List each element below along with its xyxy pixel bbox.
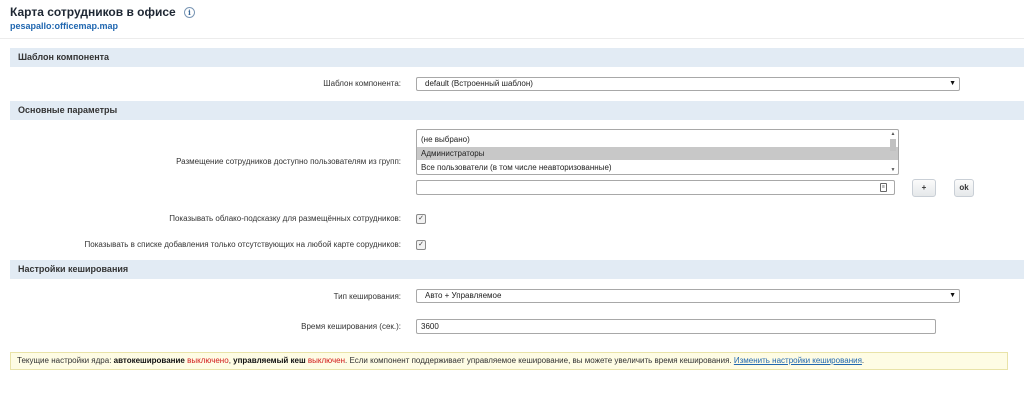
section-template: Шаблон компонента [10, 48, 1024, 67]
cache-type-value: Авто + Управляемое [425, 291, 502, 300]
scroll-thumb[interactable] [890, 139, 896, 151]
scroll-down-icon[interactable]: ▼ [889, 167, 897, 173]
notice-autocache-label: автокеширование [113, 356, 185, 365]
checkmark-icon: ✓ [418, 241, 424, 248]
cache-type-select[interactable]: Авто + Управляемое ▼ [416, 289, 960, 303]
notice-managed-state: выключен [307, 356, 346, 365]
cache-time-value: 3600 [421, 322, 439, 331]
groups-listbox[interactable]: (не выбрано) Администраторы Все пользова… [416, 129, 899, 175]
tooltip-checkbox[interactable]: ✓ [416, 214, 426, 224]
template-select[interactable]: default (Встроенный шаблон) ▼ [416, 77, 960, 91]
checkmark-icon: ✓ [418, 215, 424, 222]
scroll-up-icon[interactable]: ▲ [889, 131, 897, 137]
notice-text: . Если компонент поддерживает управляемо… [345, 356, 734, 365]
groups-extra-input[interactable]: ≡ [416, 180, 895, 195]
info-icon[interactable]: i [183, 7, 195, 18]
notice-managed-label: управляемый кеш [233, 356, 306, 365]
notice-autocache-state: выключено [187, 356, 229, 365]
cache-time-input[interactable]: 3600 [416, 319, 936, 334]
component-code: pesapallo:officemap.map [10, 21, 119, 31]
notice-suffix: . [861, 356, 865, 365]
groups-option[interactable]: Все пользователи (в том числе неавторизо… [417, 161, 898, 174]
absent-only-checkbox[interactable]: ✓ [416, 240, 426, 250]
absent-only-label: Показывать в списке добавления только от… [84, 240, 401, 249]
picker-icon[interactable]: ≡ [880, 183, 887, 192]
template-select-value: default (Встроенный шаблон) [425, 79, 533, 88]
page-title: Карта сотрудников в офисе [10, 5, 176, 19]
groups-option-selected[interactable]: Администраторы [417, 147, 898, 160]
page-header: Карта сотрудников в офисе i pesapallo:of… [10, 5, 195, 31]
listbox-scrollbar[interactable]: ▲ ▼ [889, 131, 897, 173]
cache-notice: Текущие настройки ядра: автокеширование … [10, 352, 1008, 370]
notice-prefix: Текущие настройки ядра: [17, 356, 114, 365]
section-caching: Настройки кеширования [10, 260, 1024, 279]
cache-type-label: Тип кеширования: [333, 292, 401, 301]
tooltip-label: Показывать облако-подсказку для размещён… [169, 214, 401, 223]
groups-label: Размещение сотрудников доступно пользова… [176, 157, 401, 166]
section-main-params: Основные параметры [10, 101, 1024, 120]
template-label: Шаблон компонента: [323, 79, 401, 88]
cache-time-label: Время кеширования (сек.): [301, 322, 401, 331]
dropdown-arrow-icon: ▼ [949, 292, 956, 299]
ok-button[interactable]: ok [954, 179, 974, 197]
add-button[interactable]: + [912, 179, 936, 197]
groups-option[interactable]: (не выбрано) [417, 133, 898, 146]
header-divider [0, 38, 1024, 39]
dropdown-arrow-icon: ▼ [949, 80, 956, 87]
change-cache-settings-link[interactable]: Изменить настройки кеширования [734, 356, 862, 365]
